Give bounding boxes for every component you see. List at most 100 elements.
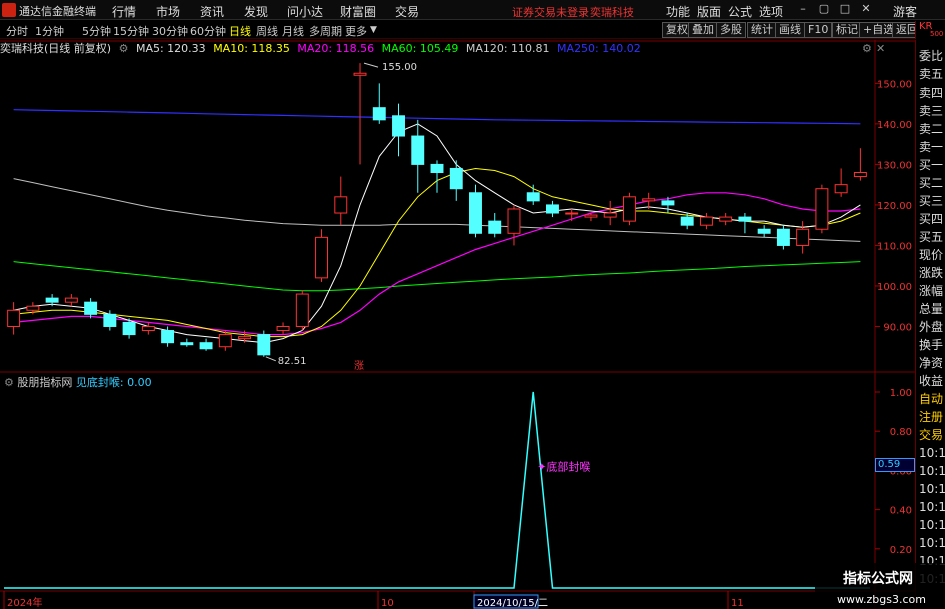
tf-daily[interactable]: 日线	[229, 23, 251, 39]
tf-intraday[interactable]: 分时	[6, 23, 28, 39]
date-label: 2024年	[7, 596, 42, 609]
multi-stock-button[interactable]: 多股	[716, 22, 746, 38]
tf-1min[interactable]: 1分钟	[35, 23, 64, 39]
candle-body	[372, 107, 386, 121]
tf-60min[interactable]: 60分钟	[190, 23, 226, 39]
quote-label-22: 10:1	[919, 446, 945, 460]
menu-function[interactable]: 功能	[666, 3, 690, 20]
overlay-button[interactable]: 叠加	[688, 22, 718, 38]
quote-label-13: 涨幅	[919, 284, 944, 298]
tf-more[interactable]: 更多	[345, 23, 367, 39]
candle-body	[757, 228, 771, 234]
menu-ask[interactable]: 问小达	[287, 3, 323, 20]
ma20-value: MA20: 118.56	[297, 42, 375, 55]
stock-name: 奕瑞科技(日线 前复权)	[0, 42, 112, 55]
indicator-name: 股朋指标网	[17, 376, 73, 389]
restore-icon[interactable]: ▢	[817, 2, 831, 16]
maximize-icon[interactable]: □	[838, 2, 852, 16]
candle-body	[180, 342, 194, 346]
menu-trade[interactable]: 交易	[395, 3, 419, 20]
candle-body	[257, 334, 271, 356]
tf-monthly[interactable]: 月线	[282, 23, 304, 39]
menu-options[interactable]: 选项	[759, 3, 783, 20]
date-label: 10	[381, 598, 394, 609]
candle-body	[738, 216, 752, 222]
candle-body	[334, 196, 348, 214]
candle-body	[642, 198, 656, 202]
candle-body	[199, 342, 213, 350]
candle-body	[449, 167, 463, 190]
quote-label-8: 买三	[919, 194, 944, 208]
ma60-value: MA60: 105.49	[381, 42, 459, 55]
tf-5min[interactable]: 5分钟	[82, 23, 111, 39]
chart-close-icon[interactable]: ✕	[876, 42, 885, 55]
menu-layout[interactable]: 版面	[697, 3, 721, 20]
candle-body	[834, 184, 848, 194]
ma250-line	[13, 109, 861, 125]
quote-label-27: 10:1	[919, 536, 945, 550]
candle-body	[680, 216, 694, 226]
price-tick-label: 100.00	[877, 282, 912, 293]
quote-label-11: 现价	[919, 248, 944, 262]
menu-formula[interactable]: 公式	[728, 3, 752, 20]
chart-settings-icon[interactable]: ⚙	[862, 42, 872, 55]
menu-news[interactable]: 资讯	[200, 3, 224, 20]
date-label: 11	[731, 598, 744, 609]
candle-body	[26, 305, 40, 311]
trade-status[interactable]: 证券交易未登录	[512, 4, 589, 20]
candle-body	[103, 313, 117, 327]
menu-bar: 通达信金融终端 行情 市场 资讯 发现 问小达 财富圈 交易 证券交易未登录 奕…	[0, 0, 945, 20]
tf-weekly[interactable]: 周线	[256, 23, 278, 39]
quote-label-7: 买二	[919, 176, 944, 190]
candle-body	[84, 301, 98, 315]
candle-body	[295, 293, 309, 327]
indicator-tick-label: 1.00	[890, 388, 912, 399]
guest-label[interactable]: 游客	[893, 3, 917, 20]
candle-body	[238, 336, 252, 340]
draw-button[interactable]: 画线	[775, 22, 805, 38]
menu-discover[interactable]: 发现	[244, 3, 268, 20]
low-label: 82.51	[278, 356, 307, 367]
price-tick-label: 140.00	[877, 120, 912, 131]
candle-body	[411, 135, 425, 165]
ma5-value: MA5: 120.33	[135, 42, 206, 55]
signal-label: ✦底部封喉	[537, 459, 590, 473]
quote-label-14: 总量	[919, 302, 944, 316]
mark-button[interactable]: 标记	[832, 22, 862, 38]
indicator-gear-icon[interactable]: ⚙	[4, 376, 14, 389]
candle-body	[141, 325, 155, 332]
settings-gear-icon[interactable]: ⚙	[119, 42, 129, 55]
stats-button[interactable]: 统计	[747, 22, 777, 38]
tf-15min[interactable]: 15分钟	[113, 23, 149, 39]
quote-label-19: 自动	[919, 392, 944, 406]
indicator-tick-label: 0.20	[890, 545, 912, 556]
price-tick-label: 130.00	[877, 160, 912, 171]
quote-label-2: 卖四	[919, 86, 944, 100]
quote-label-23: 10:1	[919, 464, 945, 478]
candle-body	[122, 321, 136, 336]
candle-body	[526, 192, 540, 202]
tf-multi[interactable]: 多周期	[309, 23, 342, 39]
kline-chart[interactable]: ✦底部封喉 150.00140.00130.00120.00110.00100.…	[0, 40, 915, 609]
candle-body	[796, 228, 810, 246]
indicator-tick-label: 0.80	[890, 427, 912, 438]
date-label: 2024/10/15/二	[477, 598, 548, 609]
high-pointer	[363, 62, 379, 68]
minimize-icon[interactable]: –	[796, 2, 810, 16]
close-icon[interactable]: ✕	[859, 2, 873, 16]
f10-button[interactable]: F10	[804, 22, 833, 38]
candle-body	[430, 163, 444, 174]
indicator-line	[4, 391, 870, 589]
candle-body	[507, 208, 521, 234]
menu-market[interactable]: 行情	[112, 3, 136, 20]
more-chevron-icon[interactable]: ▼	[370, 25, 377, 35]
menu-wealth[interactable]: 财富圈	[340, 3, 376, 20]
quote-label-20: 注册	[919, 410, 944, 424]
candle-body	[699, 216, 713, 226]
chart-info-line: 奕瑞科技(日线 前复权) ⚙ MA5: 120.33 MA10: 118.35 …	[0, 40, 645, 56]
quote-label-5: 卖一	[919, 140, 944, 154]
tf-30min[interactable]: 30分钟	[152, 23, 188, 39]
quote-label-1: 卖五	[919, 67, 944, 81]
menu-markets[interactable]: 市场	[156, 3, 180, 20]
indicator-tick-label: 0.40	[890, 506, 912, 517]
